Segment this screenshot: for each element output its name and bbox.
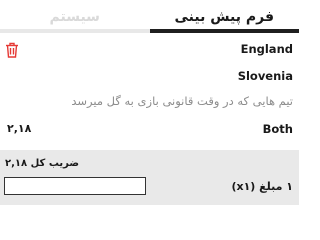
total-odds: ضریب کل ۲,۱۸: [5, 158, 79, 169]
tab-system[interactable]: سیستم: [0, 0, 150, 33]
team-home: England: [240, 42, 293, 56]
selection-odds: ۲,۱۸: [7, 122, 32, 135]
stake-label: ۱ مبلغ (x۱): [231, 180, 293, 193]
bet-market-row: تیم هایی که در وقت قانونی بازی به گل میر…: [0, 94, 299, 112]
total-odds-label: ضریب کل: [30, 158, 80, 169]
tab-betslip[interactable]: فرم پیش بینی: [149, 0, 299, 33]
delete-icon[interactable]: [5, 42, 19, 58]
stake-input[interactable]: [4, 177, 146, 195]
tab-system-label: سیستم: [49, 8, 100, 25]
selection: Both: [262, 122, 293, 136]
tab-system-underline: [0, 29, 150, 33]
bet-away-row: Slovenia: [0, 69, 299, 87]
total-odds-value: ۲,۱۸: [5, 158, 28, 169]
team-away: Slovenia: [237, 69, 293, 83]
tab-bar: سیستم فرم پیش بینی: [0, 0, 299, 33]
bet-selection-row: Both ۲,۱۸: [0, 122, 299, 140]
bet-home-row: England: [0, 42, 299, 60]
tab-betslip-underline: [149, 29, 299, 33]
market-name: تیم هایی که در وقت قانونی بازی به گل میر…: [71, 94, 293, 108]
tab-betslip-label: فرم پیش بینی: [174, 8, 275, 25]
